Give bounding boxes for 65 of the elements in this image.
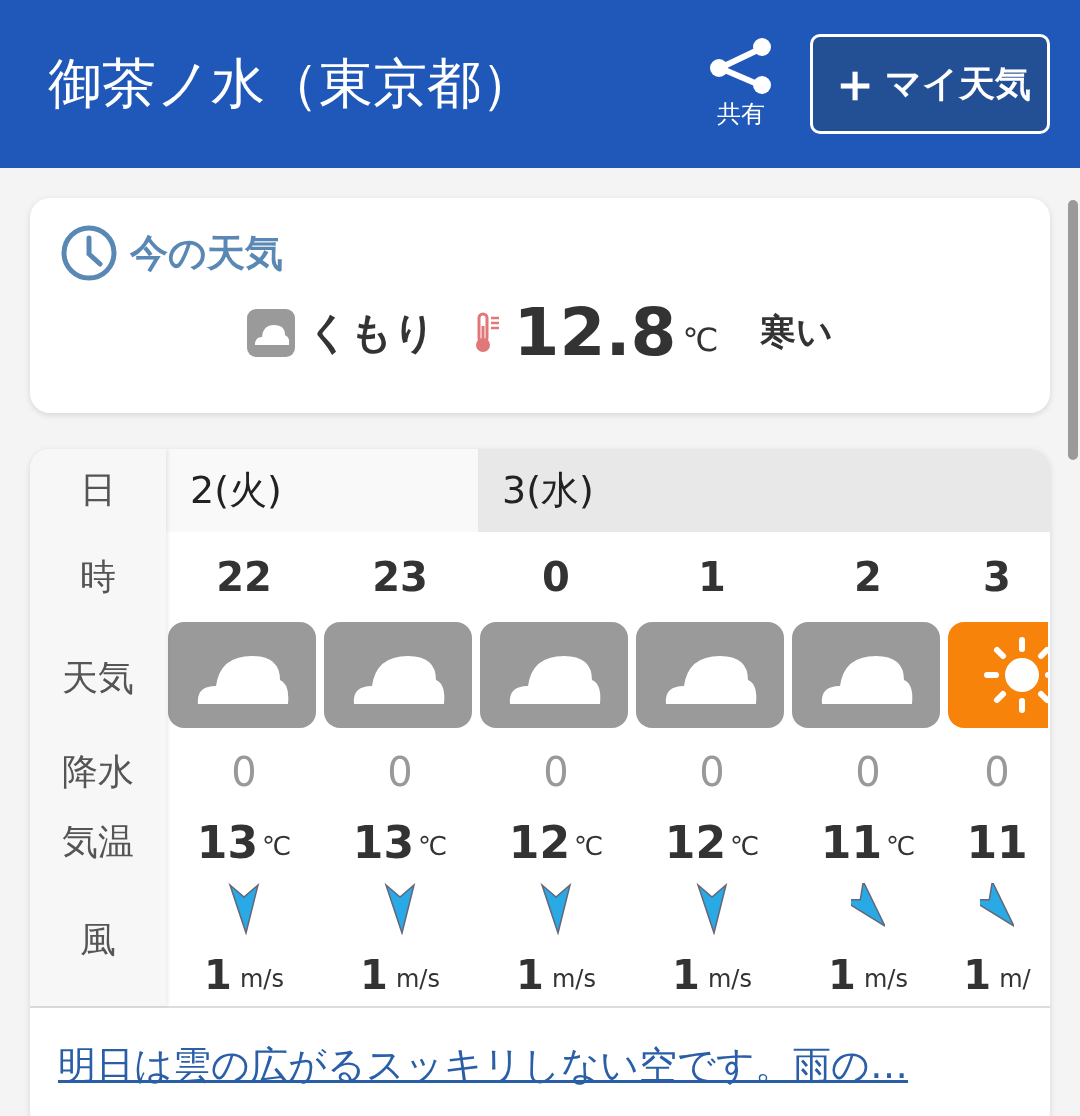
cloud-icon bbox=[246, 308, 295, 357]
cloud-icon bbox=[792, 622, 940, 728]
date-header[interactable]: 2(火) bbox=[166, 449, 478, 532]
row-label: 天気 bbox=[62, 655, 134, 700]
wind-speed: 1 bbox=[360, 952, 388, 998]
wind-unit: m/s bbox=[395, 965, 440, 993]
precipitation-value: 0 bbox=[387, 748, 413, 797]
hour-label: 23 bbox=[372, 553, 428, 602]
hour-label: 3 bbox=[983, 553, 1011, 602]
temperature-value: 12 bbox=[664, 816, 726, 868]
thermometer-icon bbox=[473, 311, 500, 354]
row-label: 日 bbox=[80, 468, 116, 512]
temperature-unit: ℃ bbox=[682, 320, 719, 359]
temperature-unit: ℃ bbox=[418, 831, 448, 861]
wind-unit: m/ bbox=[999, 965, 1031, 993]
forecast-link[interactable]: 明日は雲の広がるスッキリしない空です。雨の… bbox=[58, 1043, 908, 1087]
wind-arrow-icon bbox=[383, 883, 417, 935]
wind-arrow-icon bbox=[539, 883, 573, 935]
temperature-unit: ℃ bbox=[574, 831, 604, 861]
wind-unit: m/s bbox=[551, 965, 596, 993]
location-title: 御茶ノ水（東京都） bbox=[48, 50, 536, 117]
temperature-unit: ℃ bbox=[262, 831, 292, 861]
precipitation-value: 0 bbox=[984, 748, 1010, 797]
temperature-value: 11 bbox=[966, 816, 1028, 868]
current-temperature: 12.8 bbox=[513, 294, 677, 371]
date-header[interactable]: 3(水) bbox=[478, 449, 1050, 532]
feeling-label: 寒い bbox=[760, 310, 834, 354]
temperature-value: 13 bbox=[352, 816, 414, 868]
wind-speed: 1 bbox=[516, 952, 544, 998]
clock-icon bbox=[60, 224, 118, 282]
wind-speed: 1 bbox=[672, 952, 700, 998]
share-button[interactable]: 共有 bbox=[708, 38, 774, 130]
wind-speed: 1 bbox=[963, 952, 992, 998]
row-label: 降水 bbox=[62, 749, 134, 794]
precipitation-value: 0 bbox=[855, 748, 881, 797]
weather-condition: くもり bbox=[306, 306, 436, 359]
share-icon bbox=[708, 38, 774, 94]
wind-unit: m/s bbox=[863, 965, 908, 993]
wind-arrow-icon bbox=[227, 883, 261, 935]
hour-label: 1 bbox=[698, 553, 726, 602]
row-label: 気温 bbox=[62, 819, 134, 864]
wind-unit: m/s bbox=[239, 965, 284, 993]
temperature-value: 13 bbox=[196, 816, 258, 868]
hour-label: 22 bbox=[216, 553, 272, 602]
temperature-unit: ℃ bbox=[886, 831, 916, 861]
temperature-value: 11 bbox=[820, 816, 882, 868]
wind-unit: m/s bbox=[707, 965, 752, 993]
cloud-icon bbox=[324, 622, 472, 728]
wind-speed: 1 bbox=[204, 952, 232, 998]
my-weather-button[interactable]: ＋マイ天気 bbox=[810, 34, 1050, 134]
hour-label: 2 bbox=[854, 553, 882, 602]
temperature-value: 12 bbox=[508, 816, 570, 868]
cloud-icon bbox=[636, 622, 784, 728]
row-label: 時 bbox=[80, 554, 116, 599]
wind-arrow-icon bbox=[695, 883, 729, 935]
precipitation-value: 0 bbox=[543, 748, 569, 797]
section-heading: 今の天気 bbox=[130, 229, 283, 277]
row-label: 風 bbox=[80, 917, 116, 962]
precipitation-value: 0 bbox=[231, 748, 257, 797]
cloud-icon bbox=[168, 622, 316, 728]
precipitation-value: 0 bbox=[699, 748, 725, 797]
cloud-icon bbox=[480, 622, 628, 728]
temperature-unit: ℃ bbox=[730, 831, 760, 861]
hour-label: 0 bbox=[542, 553, 570, 602]
wind-speed: 1 bbox=[828, 952, 856, 998]
